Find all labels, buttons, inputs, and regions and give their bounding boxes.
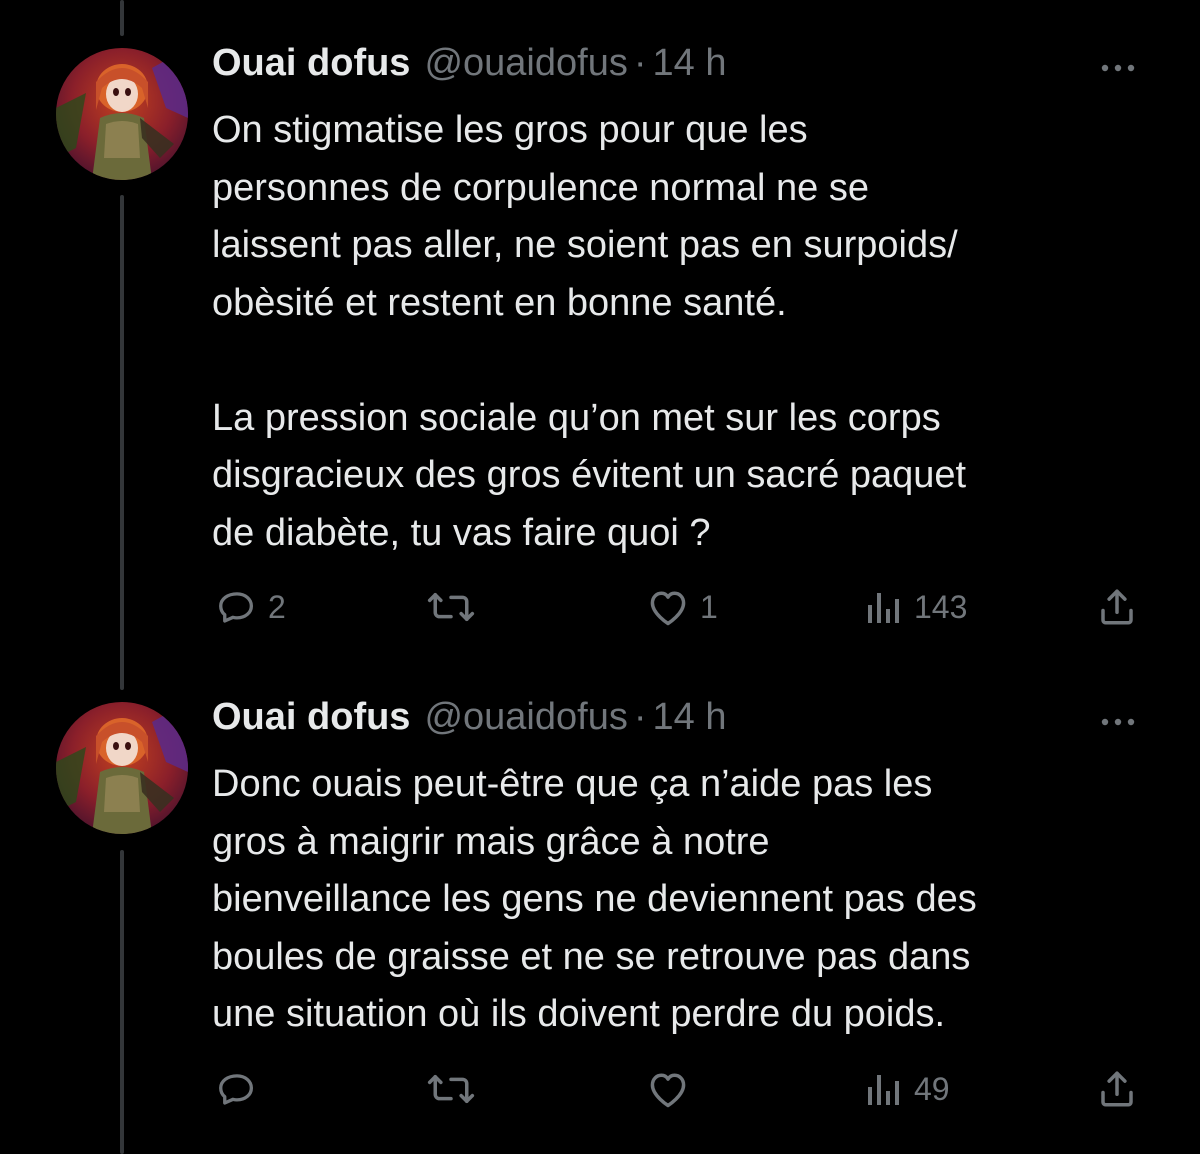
tweet[interactable]: Ouai dofus @ouaidofus · 14 h On stigmati… [0,0,1200,660]
tweet-text-line: La pression sociale qu’on met sur les co… [212,396,941,439]
views-count: 143 [914,588,968,625]
more-options-icon [1101,64,1135,72]
more-options-button[interactable] [1098,712,1138,732]
views-count: 49 [914,1070,950,1107]
tweet-header: Ouai dofus @ouaidofus · 14 h [212,42,726,92]
heart-icon [650,591,686,626]
tweet-text-line: gros à maigrir mais grâce à notre [212,820,770,863]
like-button[interactable] [646,1064,700,1114]
tweet-text: On stigmatise les gros pour que les pers… [212,102,1172,562]
tweet[interactable]: Ouai dofus @ouaidofus · 14 h Donc ouais … [0,654,1200,1154]
author-handle[interactable]: @ouaidofus [424,696,627,739]
retweet-button[interactable] [426,582,486,632]
timestamp[interactable]: 14 h [653,42,727,85]
tweet-text-line: une situation où ils doivent perdre du p… [212,993,946,1035]
tweet-text-line: Donc ouais peut-être que ça n’aide pas l… [212,763,933,805]
views-button[interactable]: 143 [864,582,967,632]
retweet-icon [427,1075,475,1103]
views-button[interactable]: 49 [864,1064,950,1114]
like-count: 1 [700,588,718,625]
like-button[interactable]: 1 [646,582,718,632]
more-options-icon [1101,718,1135,726]
tweet-actions: 2 1 143 [0,582,1200,632]
header-separator: · [633,696,647,738]
reply-icon [219,592,254,623]
avatar[interactable] [56,702,188,834]
reply-button[interactable]: 2 [216,582,286,632]
tweet-text-line: On stigmatise les gros pour que les [212,109,808,151]
heart-icon [650,1073,686,1108]
timestamp[interactable]: 14 h [653,696,727,739]
tweet-text-line: disgracieux des gros évitent un sacré pa… [212,454,967,496]
more-options-button[interactable] [1098,58,1138,78]
author-name[interactable]: Ouai dofus [212,696,410,739]
share-button[interactable] [1096,1064,1138,1114]
tweet-header: Ouai dofus @ouaidofus · 14 h [212,696,726,746]
tweet-text-line: bienveillance les gens ne deviennent pas… [212,878,977,920]
views-chart-icon [868,593,899,623]
views-chart-icon [868,1075,899,1105]
tweet-text-line: obèsité et restent en bonne santé. [212,281,787,324]
retweet-icon [427,593,475,621]
avatar[interactable] [56,48,188,180]
tweet-actions: 49 [0,1064,1200,1114]
author-handle[interactable]: @ouaidofus [424,42,627,85]
share-icon [1101,589,1133,625]
author-name[interactable]: Ouai dofus [212,42,410,85]
share-icon [1101,1071,1133,1107]
reply-count: 2 [268,588,286,625]
tweet-text-line: de diabète, tu vas faire quoi ? [212,511,711,554]
paragraph-break [212,332,1172,390]
reply-button[interactable] [216,1064,268,1114]
anime-character-avatar [56,48,188,180]
anime-character-avatar [56,702,188,834]
share-button[interactable] [1096,582,1138,632]
tweet-text-line: laissent pas aller, ne soient pas en sur… [212,224,958,266]
tweet-text-line: boules de graisse et ne se retrouve pas … [212,935,971,978]
reply-icon [219,1074,254,1105]
retweet-button[interactable] [426,1064,486,1114]
tweet-text-line: personnes de corpulence normal ne se [212,166,869,209]
header-separator: · [633,42,647,84]
tweet-text: Donc ouais peut-être que ça n’aide pas l… [212,756,1172,1044]
